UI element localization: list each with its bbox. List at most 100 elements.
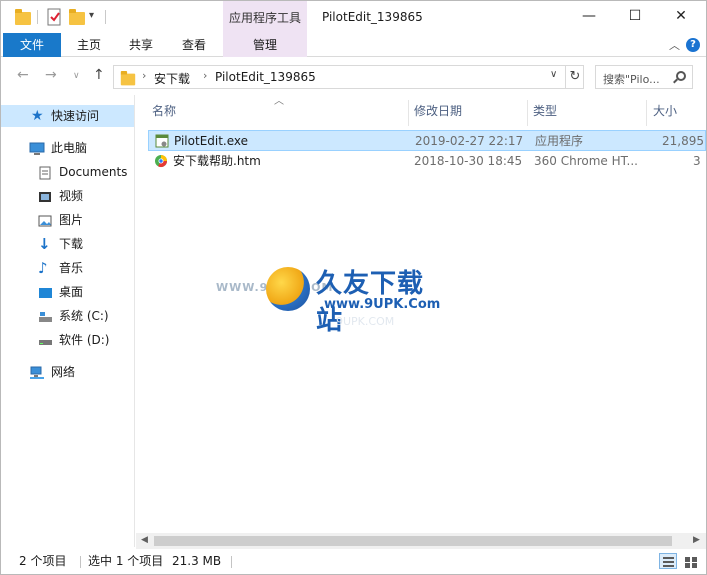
column-divider[interactable] (646, 100, 647, 126)
watermark-logo (266, 267, 310, 311)
help-icon[interactable]: ? (686, 38, 700, 52)
computer-icon (29, 141, 45, 155)
table-row[interactable]: 安下载帮助.htm 2018-10-30 18:45 360 Chrome HT… (148, 151, 706, 172)
column-divider[interactable] (408, 100, 409, 126)
nav-item-label: 此电脑 (51, 141, 88, 155)
file-size: 3 (693, 154, 701, 168)
title-bar: ▾ 应用程序工具 PilotEdit_139865 — ☐ ✕ (1, 1, 706, 33)
nav-item-network[interactable]: 网络 (1, 361, 134, 383)
address-row: ← → ∨ ↑ › 安下载 › PilotEdit_139865 ∨ ↻ 搜索"… (1, 59, 706, 95)
column-header-name[interactable]: 名称 (152, 100, 176, 122)
breadcrumb-item[interactable]: 安下载 (154, 70, 190, 87)
nav-item-videos[interactable]: 视频 (1, 185, 134, 207)
nav-item-drive-d[interactable]: 软件 (D:) (1, 329, 134, 351)
breadcrumb-item[interactable]: PilotEdit_139865 (215, 70, 316, 84)
nav-item-label: 快速访问 (51, 109, 100, 123)
picture-icon (38, 213, 53, 227)
divider (231, 556, 232, 568)
htm-icon (154, 154, 168, 168)
maximize-button[interactable]: ☐ (612, 1, 658, 33)
file-name: PilotEdit.exe (174, 134, 249, 148)
explorer-window: ▾ 应用程序工具 PilotEdit_139865 — ☐ ✕ 文件 主页 共享… (0, 0, 707, 575)
divider (105, 10, 106, 24)
status-item-count: 2 个项目 (19, 554, 67, 568)
download-icon: ↓ (38, 235, 51, 253)
sort-ascending-icon: ︿ (274, 96, 284, 107)
column-header-size[interactable]: 大小 (653, 100, 677, 122)
close-button[interactable]: ✕ (658, 1, 704, 33)
star-icon: ★ (31, 108, 44, 124)
file-name: 安下载帮助.htm (173, 154, 261, 168)
chevron-right-icon[interactable]: › (203, 69, 207, 82)
back-arrow-icon[interactable]: ← (17, 67, 29, 83)
video-icon (38, 189, 53, 203)
scrollbar-thumb[interactable] (154, 536, 672, 546)
tab-view[interactable]: 查看 (171, 33, 217, 57)
music-icon: ♪ (38, 259, 48, 277)
nav-item-documents[interactable]: Documents (1, 161, 134, 183)
drive-d-icon (38, 333, 53, 347)
column-header-date[interactable]: 修改日期 (414, 100, 462, 122)
minimize-button[interactable]: — (566, 1, 612, 33)
address-bar[interactable]: › 安下载 › PilotEdit_139865 ∨ ↻ (113, 65, 584, 89)
watermark-faint-text: 9UPK.COM (336, 315, 395, 328)
tab-share[interactable]: 共享 (119, 33, 163, 57)
nav-item-label: 软件 (D:) (59, 333, 110, 347)
tab-home[interactable]: 主页 (67, 33, 111, 57)
file-size: 21,895 (662, 134, 704, 148)
large-icons-view-icon[interactable] (681, 553, 699, 569)
properties-icon[interactable] (46, 8, 62, 26)
horizontal-scrollbar[interactable]: ◀ ▶ (136, 533, 706, 549)
drive-c-icon (38, 309, 53, 323)
nav-item-drive-c[interactable]: 系统 (C:) (1, 305, 134, 327)
nav-item-quick-access[interactable]: ★ 快速访问 (1, 105, 134, 127)
new-folder-icon[interactable] (69, 8, 85, 26)
context-tab-title: 应用程序工具 (223, 1, 307, 33)
table-row[interactable]: PilotEdit.exe 2019-02-27 22:17 应用程序 21,8… (148, 130, 706, 151)
status-selected: 选中 1 个项目 (88, 554, 164, 568)
details-view-icon[interactable] (659, 553, 677, 569)
scroll-right-icon[interactable]: ▶ (693, 535, 700, 545)
recent-locations-icon[interactable]: ∨ (73, 71, 80, 81)
nav-item-label: Documents (59, 165, 128, 179)
ribbon-tabs: 文件 主页 共享 查看 管理 ︿ ? (1, 33, 706, 57)
chevron-right-icon[interactable]: › (142, 69, 146, 82)
divider (37, 10, 38, 24)
documents-icon (38, 165, 53, 180)
nav-item-label: 桌面 (59, 285, 84, 299)
nav-item-music[interactable]: ♪ 音乐 (1, 257, 134, 279)
nav-item-label: 网络 (51, 365, 76, 379)
refresh-icon[interactable]: ↻ (565, 66, 584, 88)
status-size: 21.3 MB (172, 554, 222, 568)
folder-icon (120, 70, 136, 86)
search-input[interactable]: 搜索"Pilo... (595, 65, 693, 89)
customize-quick-access-icon[interactable]: ▾ (89, 10, 105, 28)
exe-icon (155, 134, 169, 148)
forward-arrow-icon[interactable]: → (45, 67, 57, 83)
search-placeholder: 搜索"Pilo... (603, 73, 660, 86)
folder-icon[interactable] (15, 8, 31, 26)
scroll-left-icon[interactable]: ◀ (141, 535, 148, 545)
nav-item-label: 音乐 (59, 261, 84, 275)
column-header-type[interactable]: 类型 (533, 100, 557, 122)
tab-manage[interactable]: 管理 (223, 33, 307, 57)
window-title: PilotEdit_139865 (322, 10, 423, 24)
nav-item-this-pc[interactable]: 此电脑 (1, 137, 134, 159)
file-type: 应用程序 (535, 134, 584, 148)
network-icon (29, 365, 44, 379)
column-divider[interactable] (527, 100, 528, 126)
watermark-subtitle: www.9UPK.Com (324, 297, 441, 312)
file-date: 2019-02-27 22:17 (415, 134, 524, 148)
up-arrow-icon[interactable]: ↑ (93, 67, 105, 83)
chevron-down-icon[interactable]: ∨ (550, 69, 557, 80)
nav-item-downloads[interactable]: ↓ 下载 (1, 233, 134, 255)
divider (80, 556, 81, 568)
tab-file[interactable]: 文件 (3, 33, 61, 57)
nav-item-label: 视频 (59, 189, 84, 203)
nav-item-label: 图片 (59, 213, 84, 227)
nav-item-pictures[interactable]: 图片 (1, 209, 134, 231)
nav-item-desktop[interactable]: 桌面 (1, 281, 134, 303)
collapse-ribbon-icon[interactable]: ︿ (669, 37, 680, 53)
nav-item-label: 系统 (C:) (59, 309, 109, 323)
nav-item-label: 下载 (59, 237, 84, 251)
